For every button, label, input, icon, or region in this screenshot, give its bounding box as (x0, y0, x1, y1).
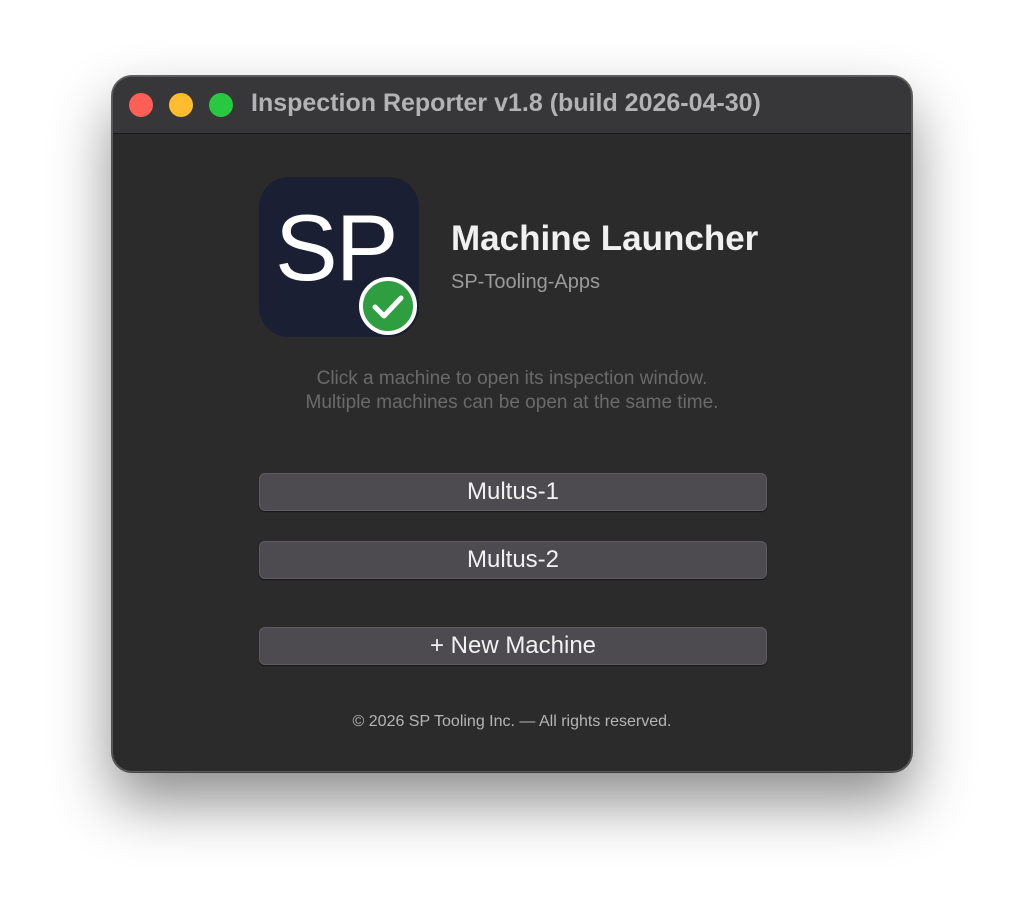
instructions-line-2: Multiple machines can be open at the sam… (305, 392, 719, 413)
close-button[interactable] (129, 93, 153, 117)
app-name: Machine Launcher (451, 219, 759, 258)
instructions-line-1: Click a machine to open its inspection w… (316, 368, 708, 389)
instructions: Click a machine to open its inspection w… (113, 367, 911, 415)
title-bar[interactable]: Inspection Reporter v1.8 (build 2026-04-… (113, 77, 911, 134)
machine-button-multus-2[interactable]: Multus-2 (259, 541, 767, 579)
app-icon: SP (259, 177, 419, 337)
window-title: Inspection Reporter v1.8 (build 2026-04-… (251, 89, 761, 117)
copyright-footer: © 2026 SP Tooling Inc. — All rights rese… (352, 713, 672, 730)
app-organization: SP-Tooling-Apps (451, 271, 600, 293)
machine-button-multus-1[interactable]: Multus-1 (259, 473, 767, 511)
check-circle-icon (359, 277, 417, 335)
minimize-button[interactable] (169, 93, 193, 117)
launcher-window: Inspection Reporter v1.8 (build 2026-04-… (112, 76, 912, 772)
new-machine-button[interactable]: + New Machine (259, 627, 767, 665)
maximize-button[interactable] (209, 93, 233, 117)
